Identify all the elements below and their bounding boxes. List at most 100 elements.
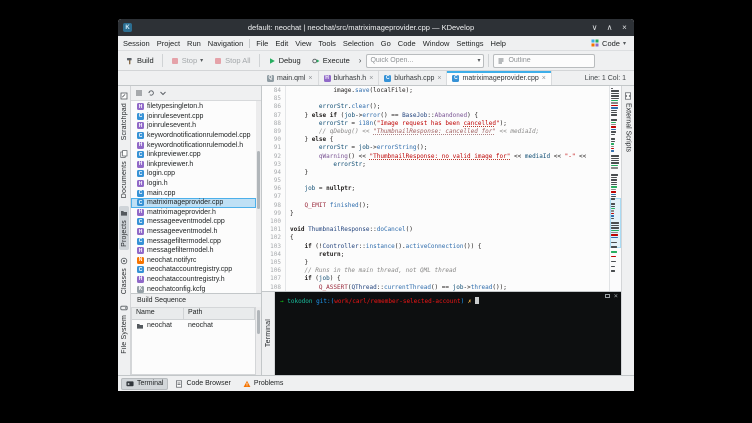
area-switcher-button[interactable]: Code ▾ xyxy=(588,38,629,49)
project-file-neochatconfig-kcfg[interactable]: Kneochatconfig.kcfg xyxy=(131,284,256,293)
menu-run[interactable]: Run xyxy=(187,39,201,48)
outline-input[interactable]: Outline xyxy=(493,53,596,68)
line-number: 91 xyxy=(273,144,281,152)
menu-code[interactable]: Code xyxy=(398,39,416,48)
code-area[interactable]: image.save(localFile); errorStr.clear();… xyxy=(286,86,609,291)
code-line: // qDebug() << "ThumbnailResponse: cance… xyxy=(318,127,540,135)
menu-tools[interactable]: Tools xyxy=(318,39,336,48)
collapse-icon[interactable] xyxy=(159,89,167,97)
close-icon[interactable]: × xyxy=(308,75,312,82)
project-file-matriximageprovider-cpp[interactable]: Cmatriximageprovider.cpp xyxy=(131,197,256,208)
project-file-tree[interactable]: Hfiletypesingleton.h Cjoinrulesevent.cpp H… xyxy=(131,101,256,293)
stop-all-button[interactable]: Stop All xyxy=(210,54,254,67)
dock-tab-classes[interactable]: Classes xyxy=(119,254,129,297)
project-file-login-cpp[interactable]: Clogin.cpp xyxy=(131,169,256,179)
titlebar[interactable]: K default: neochat | neochat/src/matrixi… xyxy=(118,19,634,36)
close-icon[interactable]: × xyxy=(437,75,441,82)
menu-help[interactable]: Help xyxy=(491,39,506,48)
menu-navigation[interactable]: Navigation xyxy=(208,39,243,48)
project-file-matriximageprovider-h[interactable]: Hmatriximageprovider.h xyxy=(131,208,256,218)
toolbar-expander-icon[interactable]: › xyxy=(357,56,364,65)
menu-session[interactable]: Session xyxy=(123,39,150,48)
line-number: 88 xyxy=(273,119,281,127)
maximize-button[interactable]: ∧ xyxy=(605,23,614,32)
minimap-mark xyxy=(611,234,619,236)
tab-blurhash-h[interactable]: Hblurhash.h × xyxy=(319,71,380,85)
code-line: errorStr.clear(); xyxy=(318,103,381,111)
sync-icon[interactable] xyxy=(147,89,155,97)
build-sequence-row[interactable]: neochat neochat xyxy=(132,320,255,331)
menu-settings[interactable]: Settings xyxy=(456,39,483,48)
project-file-linkpreviewer-cpp[interactable]: Clinkpreviewer.cpp xyxy=(131,150,256,160)
dock-tab-projects[interactable]: Projects xyxy=(119,205,129,250)
minimap-mark xyxy=(611,88,614,90)
menu-window[interactable]: Window xyxy=(423,39,450,48)
project-file-messageeventmodel-h[interactable]: Hmessageeventmodel.h xyxy=(131,227,256,237)
project-file-linkpreviewer-h[interactable]: Hlinkpreviewer.h xyxy=(131,160,256,170)
tab-matriximageprovider-cpp[interactable]: Cmatriximageprovider.cpp × xyxy=(447,71,552,85)
terminal[interactable]: → tokodon git:(work/carl/remember-select… xyxy=(275,292,621,375)
project-file-messageeventmodel-cpp[interactable]: Cmessageeventmodel.cpp xyxy=(131,217,256,227)
project-file-keywordnotificationrulemodel-cpp[interactable]: Ckeywordnotificationrulemodel.cpp xyxy=(131,131,256,141)
minimap-mark xyxy=(611,191,617,193)
tree-scrollbar-thumb[interactable] xyxy=(257,150,260,209)
dock-tab-external-scripts[interactable]: External Scripts xyxy=(623,89,633,155)
project-file-login-h[interactable]: Hlogin.h xyxy=(131,179,256,189)
outline-icon xyxy=(497,57,505,65)
scratchpad-icon xyxy=(120,92,128,100)
minimap-mark xyxy=(611,179,618,181)
minimap[interactable] xyxy=(609,86,621,291)
build-button[interactable]: Build xyxy=(122,54,158,67)
dock-tab-documents[interactable]: Documents xyxy=(119,147,129,201)
close-terminal-icon[interactable]: × xyxy=(614,293,618,300)
project-file-joinrulesevent-cpp[interactable]: Cjoinrulesevent.cpp xyxy=(131,112,256,122)
terminal-panel-handle[interactable]: Terminal xyxy=(262,292,275,375)
menu-icon[interactable] xyxy=(135,89,143,97)
detach-icon[interactable] xyxy=(604,294,610,298)
menu-go[interactable]: Go xyxy=(381,39,391,48)
minimap-mark xyxy=(611,157,620,159)
statusbar-terminal-button[interactable]: Terminal xyxy=(121,377,169,390)
execute-button[interactable]: Execute xyxy=(308,54,354,67)
project-file-messagefiltermodel-cpp[interactable]: Cmessagefiltermodel.cpp xyxy=(131,236,256,246)
project-file-neochat-notifyrc[interactable]: Nneochat.notifyrc xyxy=(131,256,256,266)
build-sequence-scrollbar-thumb[interactable] xyxy=(257,309,260,334)
project-file-main-cpp[interactable]: Cmain.cpp xyxy=(131,188,256,198)
menu-file[interactable]: File xyxy=(256,39,268,48)
tab-blurhash-cpp[interactable]: Cblurhash.cpp × xyxy=(379,71,448,85)
debug-button[interactable]: Debug xyxy=(264,54,305,67)
menu-edit[interactable]: Edit xyxy=(275,39,288,48)
close-button[interactable]: × xyxy=(620,23,629,32)
statusbar-code-browser-button[interactable]: Code Browser xyxy=(170,378,235,390)
dock-tab-scratchpad[interactable]: Scratchpad xyxy=(119,89,129,143)
project-file-neochataccountregistry-h[interactable]: Hneochataccountregistry.h xyxy=(131,275,256,285)
column-header-path[interactable]: Path xyxy=(184,308,255,319)
project-file-neochataccountregistry-cpp[interactable]: Cneochataccountregistry.cpp xyxy=(131,265,256,275)
tab-main-qml[interactable]: Qmain.qml × xyxy=(262,71,319,85)
project-file-keywordnotificationrulemodel-h[interactable]: Hkeywordnotificationrulemodel.h xyxy=(131,140,256,150)
menu-selection[interactable]: Selection xyxy=(343,39,374,48)
project-file-messagefiltermodel-h[interactable]: Hmessagefiltermodel.h xyxy=(131,246,256,256)
project-file-joinrulesevent-h[interactable]: Hjoinrulesevent.h xyxy=(131,121,256,131)
project-file-filetypesingleton-h[interactable]: Hfiletypesingleton.h xyxy=(131,102,256,112)
build-sequence-rows[interactable]: neochat neochat xyxy=(132,320,255,331)
menu-view[interactable]: View xyxy=(295,39,311,48)
quick-open-input[interactable]: Quick Open... ▾ xyxy=(366,53,485,68)
line-numbers[interactable]: 84 85 86 87 88 89 90 91 92 93 94 95 96 97 98 99 100 101 10… xyxy=(262,86,286,291)
close-icon[interactable]: × xyxy=(542,75,546,82)
close-icon[interactable]: × xyxy=(369,75,373,82)
statusbar-button-label: Code Browser xyxy=(186,380,231,387)
dock-tab-label: Documents xyxy=(120,161,128,199)
line-number: 105 xyxy=(270,258,281,266)
dock-tab-file-system[interactable]: File System xyxy=(119,301,129,357)
stop-button[interactable]: Stop ▾ xyxy=(167,54,207,67)
build-sequence-scrollbar[interactable] xyxy=(256,307,261,375)
statusbar-problems-button[interactable]: Problems xyxy=(238,378,289,390)
tab-label: matriximageprovider.cpp xyxy=(462,74,539,82)
code-editor[interactable]: 84 85 86 87 88 89 90 91 92 93 94 95 96 97 98 99 100 101 10… xyxy=(262,86,621,291)
line-number: 90 xyxy=(273,136,281,144)
minimize-button[interactable]: ∨ xyxy=(590,23,599,32)
menu-project[interactable]: Project xyxy=(157,39,180,48)
tree-scrollbar[interactable] xyxy=(256,101,261,293)
column-header-name[interactable]: Name xyxy=(132,308,184,319)
